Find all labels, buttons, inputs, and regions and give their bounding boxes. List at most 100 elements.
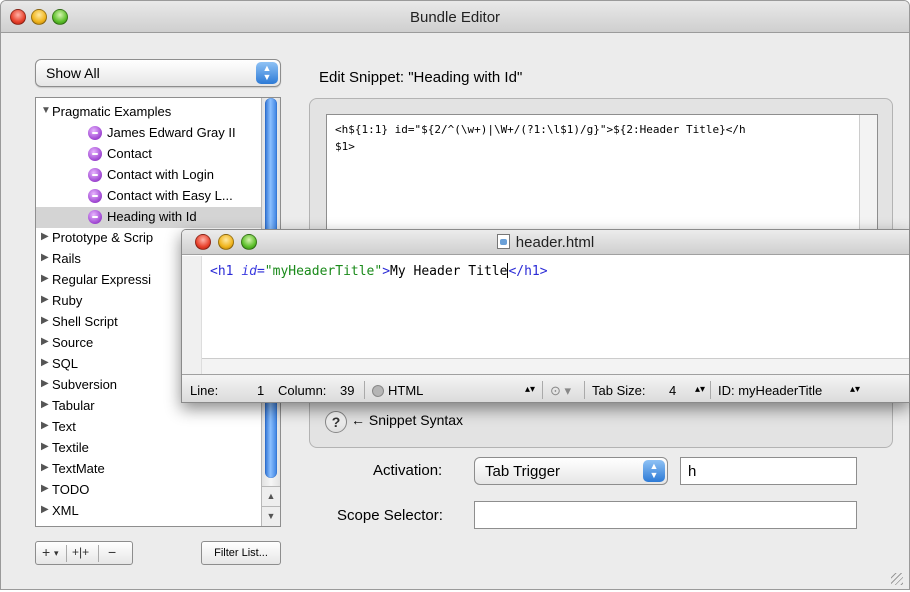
- outline-item-label: Textile: [52, 440, 89, 455]
- line-label: Line:: [190, 383, 219, 398]
- show-filter-label: Show All: [46, 65, 100, 81]
- add-menu-arrow-icon[interactable]: ▾: [54, 548, 59, 559]
- disclosure-closed-icon[interactable]: ▶: [41, 273, 49, 284]
- outline-item-label: Subversion: [52, 377, 118, 392]
- show-filter-popup[interactable]: Show All ▲ ▼: [35, 59, 281, 87]
- code-editor[interactable]: <h1 id="myHeaderTitle">My Header Title</…: [210, 263, 548, 279]
- disclosure-closed-icon[interactable]: ▶: [41, 462, 49, 473]
- outline-item-label: TODO: [52, 482, 90, 497]
- snippet-syntax-link[interactable]: ← Snippet Syntax: [351, 412, 463, 428]
- window-title: Bundle Editor: [409, 9, 501, 26]
- tab-size-label: Tab Size:: [592, 383, 646, 398]
- add-group-button[interactable]: +|+: [72, 545, 89, 559]
- disclosure-closed-icon[interactable]: ▶: [41, 252, 49, 263]
- updown-arrows-icon: ▲ ▼: [643, 460, 665, 482]
- outline-item-label: James Edward Gray II: [107, 125, 236, 140]
- bundle-item[interactable]: ▼ Pragmatic Examples: [36, 102, 262, 123]
- snippet-item[interactable]: James Edward Gray II: [36, 123, 262, 144]
- snippet-line: <h${1:1} id="${2/^(\w+)|\W+/(?1:\l$1)/g}…: [335, 123, 746, 136]
- code-close-tag: </h1>: [508, 264, 548, 279]
- scroll-down-button[interactable]: ▼: [262, 506, 280, 526]
- disclosure-closed-icon[interactable]: ▶: [41, 420, 49, 431]
- bundle-item[interactable]: ▶ XML: [36, 501, 262, 522]
- language-icon: [372, 385, 384, 397]
- symbol-arrows-icon: ▴▾: [850, 384, 861, 395]
- outline-item-label: XML: [52, 503, 79, 518]
- scope-selector-input[interactable]: [474, 501, 857, 529]
- line-number: 1: [257, 383, 265, 398]
- gear-menu-icon[interactable]: ⊙ ▾: [550, 383, 571, 399]
- activation-popup[interactable]: Tab Trigger ▲ ▼: [474, 457, 668, 485]
- edit-snippet-heading: Edit Snippet: "Heading with Id": [319, 69, 523, 86]
- disclosure-closed-icon[interactable]: ▶: [41, 399, 49, 410]
- disclosure-closed-icon[interactable]: ▶: [41, 441, 49, 452]
- symbol-popup[interactable]: ID: myHeaderTitle: [718, 383, 822, 398]
- code-text: My Header Title: [390, 264, 508, 279]
- outline-item-label: SQL: [52, 356, 79, 371]
- filter-list-button[interactable]: Filter List...: [201, 541, 281, 565]
- outline-item-label: Regular Expressi: [52, 272, 151, 287]
- tab-size-arrows-icon: ▴▾: [695, 384, 706, 395]
- disclosure-closed-icon[interactable]: ▶: [41, 504, 49, 515]
- divider: [710, 381, 711, 399]
- outline-item-label: Heading with Id: [107, 209, 197, 224]
- bundle-item[interactable]: ▶ Textile: [36, 438, 262, 459]
- snippet-item[interactable]: Contact with Login: [36, 165, 262, 186]
- divider: [364, 381, 365, 399]
- outline-item-label: Shell Script: [52, 314, 118, 329]
- outline-item-label: Contact with Login: [107, 167, 214, 182]
- outline-item-label: TextMate: [52, 461, 105, 476]
- disclosure-closed-icon[interactable]: ▶: [41, 294, 49, 305]
- language-value: HTML: [388, 383, 424, 398]
- titlebar: Bundle Editor: [1, 1, 909, 33]
- divider: [584, 381, 585, 399]
- divider: [542, 381, 543, 399]
- doc-horizontal-scrollbar[interactable]: [202, 358, 909, 374]
- scroll-up-button[interactable]: ▲: [262, 486, 280, 506]
- snippet-item[interactable]: Contact: [36, 144, 262, 165]
- bundle-item[interactable]: ▶ Text: [36, 417, 262, 438]
- code-eq: =: [256, 264, 265, 279]
- line-gutter[interactable]: [182, 256, 202, 386]
- remove-button[interactable]: −: [108, 544, 116, 560]
- divider: [98, 545, 99, 562]
- snippet-item[interactable]: Heading with Id: [36, 207, 262, 228]
- activation-value: Tab Trigger: [485, 463, 561, 480]
- outline-item-label: Source: [52, 335, 94, 350]
- outline-item-label: Contact with Easy L...: [107, 188, 233, 203]
- outline-item-label: Rails: [52, 251, 81, 266]
- snippet-text-area[interactable]: <h${1:1} id="${2/^(\w+)|\W+/(?1:\l$1)/g}…: [326, 114, 878, 244]
- disclosure-closed-icon[interactable]: ▶: [41, 231, 49, 242]
- help-button[interactable]: ?: [325, 411, 347, 433]
- outline-item-label: Tabular: [52, 398, 95, 413]
- snippet-scrollbar[interactable]: [859, 115, 877, 243]
- add-remove-buttons: + ▾ +|+ −: [35, 541, 133, 565]
- resize-grip-icon[interactable]: [891, 573, 903, 585]
- disclosure-closed-icon[interactable]: ▶: [41, 378, 49, 389]
- column-label: Column:: [278, 383, 327, 398]
- disclosure-closed-icon[interactable]: ▶: [41, 483, 49, 494]
- bundle-item[interactable]: ▶ TextMate: [36, 459, 262, 480]
- updown-arrows-icon: ▲ ▼: [256, 62, 278, 84]
- tab-trigger-input[interactable]: h: [680, 457, 857, 485]
- snippet-icon: [88, 189, 102, 203]
- outline-item-label: Pragmatic Examples: [52, 104, 172, 119]
- bundle-item[interactable]: ▶ TODO: [36, 480, 262, 501]
- code-string: "myHeaderTitle": [264, 264, 383, 279]
- language-popup[interactable]: HTML: [372, 383, 423, 398]
- outline-item-label: Prototype & Scrip: [52, 230, 154, 245]
- header-html-window: header.html <h1 id="myHeaderTitle">My He…: [181, 229, 910, 403]
- add-button[interactable]: +: [42, 544, 50, 560]
- snippet-line: $1>: [335, 140, 355, 153]
- disclosure-closed-icon[interactable]: ▶: [41, 315, 49, 326]
- snippet-item[interactable]: Contact with Easy L...: [36, 186, 262, 207]
- doc-title: header.html: [182, 234, 909, 251]
- snippet-icon: [88, 126, 102, 140]
- disclosure-closed-icon[interactable]: ▶: [41, 357, 49, 368]
- disclosure-open-icon[interactable]: ▼: [41, 105, 51, 116]
- disclosure-closed-icon[interactable]: ▶: [41, 336, 49, 347]
- doc-title-text: header.html: [515, 234, 595, 251]
- tab-size-value[interactable]: 4: [669, 383, 676, 398]
- snippet-icon: [88, 147, 102, 161]
- snippet-icon: [88, 210, 102, 224]
